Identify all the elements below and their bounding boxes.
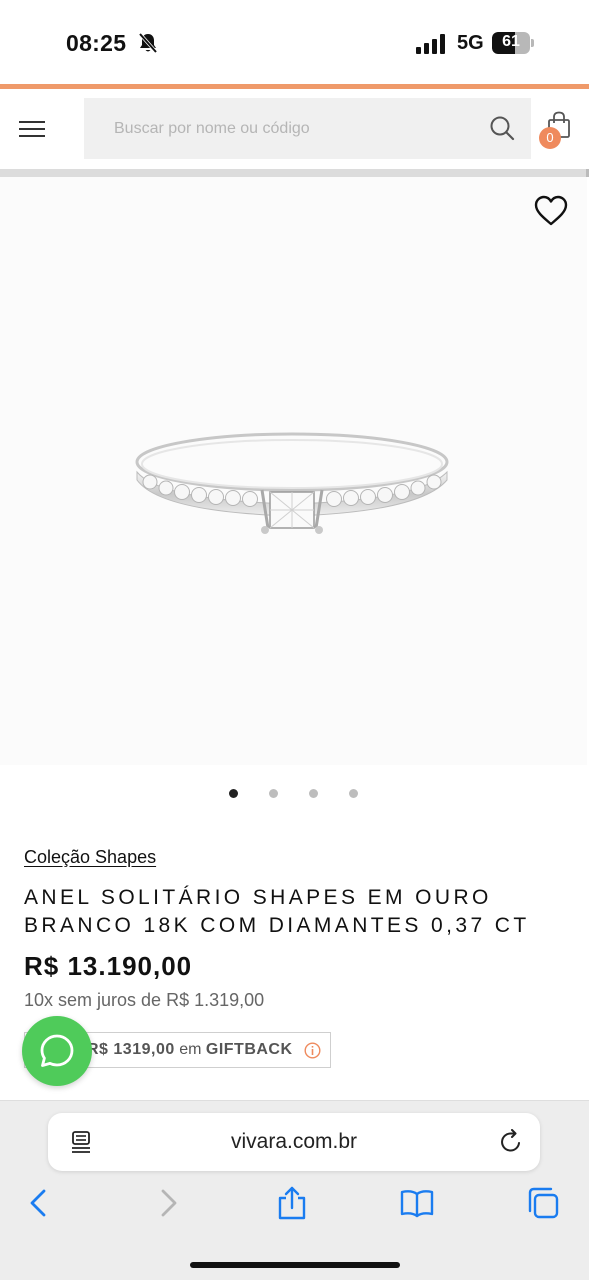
url-text: vivara.com.br	[230, 1130, 358, 1153]
signal-icon	[416, 34, 445, 54]
whatsapp-chat-button[interactable]	[22, 1016, 92, 1086]
home-indicator	[190, 1262, 400, 1268]
carousel-pagination	[0, 786, 589, 800]
giftback-text: R$ 1319,00 em GIFTBACK	[87, 1041, 293, 1059]
back-icon[interactable]	[22, 1186, 56, 1220]
product-title: ANEL SOLITÁRIO SHAPES EM OURO BRANCO 18K…	[24, 886, 530, 937]
header-divider	[0, 169, 589, 177]
ring-product-image	[135, 432, 449, 534]
search-input[interactable]	[84, 98, 479, 159]
site-header: 0	[0, 89, 589, 169]
carousel-dot[interactable]	[269, 789, 278, 798]
collection-link[interactable]: Coleção Shapes	[24, 847, 156, 868]
product-price: R$ 13.190,00	[24, 951, 193, 981]
battery-level: 61	[502, 33, 520, 50]
status-time: 08:25	[66, 30, 127, 56]
reload-icon[interactable]	[498, 1129, 524, 1155]
bell-muted-icon	[138, 32, 158, 54]
battery-icon: 61	[492, 32, 534, 54]
bookmarks-icon[interactable]	[400, 1186, 434, 1220]
info-icon[interactable]	[304, 1042, 321, 1059]
hamburger-menu-icon[interactable]	[19, 121, 45, 139]
forward-icon[interactable]	[151, 1186, 185, 1220]
heart-icon[interactable]	[534, 195, 568, 227]
tabs-icon[interactable]	[526, 1186, 560, 1220]
address-bar[interactable]: vivara.com.br	[48, 1113, 540, 1171]
search-icon[interactable]	[489, 115, 515, 141]
carousel-dot[interactable]	[309, 789, 318, 798]
giftback-connector: em	[179, 1041, 202, 1058]
search-box	[84, 98, 531, 159]
carousel-dot[interactable]	[229, 789, 238, 798]
installments-text: 10x sem juros de R$ 1.319,00	[24, 990, 265, 1010]
network-label: 5G	[457, 32, 484, 54]
giftback-amount: R$ 1319,00	[87, 1041, 175, 1058]
cart-count-badge: 0	[539, 127, 561, 149]
whatsapp-icon	[40, 1034, 74, 1067]
status-bar: 08:25 5G 61	[0, 0, 589, 84]
carousel-dot[interactable]	[349, 789, 358, 798]
giftback-label: GIFTBACK	[205, 1041, 293, 1058]
share-icon[interactable]	[275, 1186, 309, 1220]
